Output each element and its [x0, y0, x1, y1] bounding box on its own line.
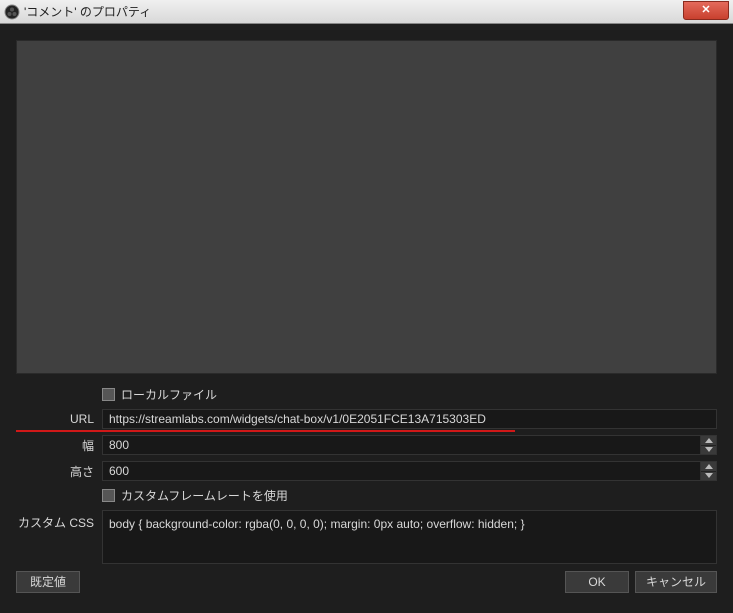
close-icon: ✕ [701, 4, 710, 16]
chevron-up-icon [705, 438, 713, 443]
height-input[interactable] [102, 461, 701, 481]
close-button[interactable]: ✕ [683, 1, 729, 20]
obs-icon [4, 4, 20, 20]
height-label: 高さ [16, 463, 102, 480]
height-spin-up[interactable] [701, 462, 716, 472]
width-label: 幅 [16, 437, 102, 454]
defaults-button[interactable]: 既定値 [16, 571, 80, 593]
custom-css-label: カスタム CSS [16, 510, 102, 531]
url-input[interactable] [102, 409, 717, 429]
preview-area [16, 40, 717, 374]
window-title: 'コメント' のプロパティ [24, 3, 151, 20]
chevron-down-icon [705, 473, 713, 478]
local-file-checkbox[interactable] [102, 388, 115, 401]
custom-framerate-checkbox[interactable] [102, 489, 115, 502]
width-spin-down[interactable] [701, 446, 716, 455]
custom-css-textarea[interactable] [102, 510, 717, 564]
url-label: URL [16, 412, 102, 426]
height-spin-down[interactable] [701, 472, 716, 481]
width-input[interactable] [102, 435, 701, 455]
ok-button[interactable]: OK [565, 571, 629, 593]
local-file-label: ローカルファイル [121, 386, 217, 403]
width-spin-up[interactable] [701, 436, 716, 446]
title-bar: 'コメント' のプロパティ ✕ [0, 0, 733, 24]
chevron-up-icon [705, 464, 713, 469]
cancel-button[interactable]: キャンセル [635, 571, 717, 593]
chevron-down-icon [705, 447, 713, 452]
custom-framerate-label: カスタムフレームレートを使用 [121, 487, 288, 504]
